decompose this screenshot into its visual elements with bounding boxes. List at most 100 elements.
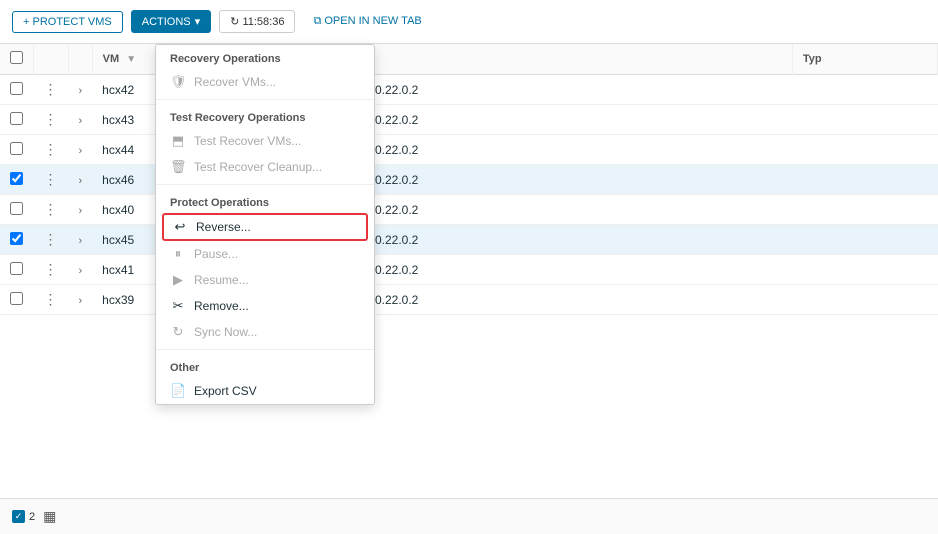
main-container: + PROTECT VMS ACTIONS ▾ ↻ 11:58:36 ⧉ OPE…: [0, 0, 938, 534]
sync-now-menu-item[interactable]: ↻ Sync Now...: [156, 319, 374, 345]
table-row: ⋮ › hcx46 VC: 10.22.0.2: [0, 165, 938, 195]
row-actions-cell: ⋮: [34, 195, 69, 225]
row-actions-dots[interactable]: ⋮: [44, 261, 59, 277]
row-checkbox[interactable]: [10, 82, 23, 95]
vm-table: VM ▼ Local Site ▼ Typ ⋮: [0, 44, 938, 315]
row-expand-chevron[interactable]: ›: [79, 145, 83, 157]
resume-icon: ▶: [170, 272, 186, 288]
row-checkbox-cell: [0, 75, 34, 105]
row-checkbox-cell: [0, 195, 34, 225]
table-container: VM ▼ Local Site ▼ Typ ⋮: [0, 44, 938, 498]
row-checkbox-cell: [0, 225, 34, 255]
table-row: ⋮ › hcx42 VC: 10.22.0.2: [0, 75, 938, 105]
row-type: [792, 105, 937, 135]
table-row: ⋮ › hcx39 VC: 10.22.0.2: [0, 285, 938, 315]
actions-arrow-icon: ▾: [195, 15, 201, 28]
row-expand-cell: ›: [69, 165, 93, 195]
toolbar: + PROTECT VMS ACTIONS ▾ ↻ 11:58:36 ⧉ OPE…: [0, 0, 938, 44]
test-recovery-ops-section-label: Test Recovery Operations: [156, 104, 374, 128]
export-csv-icon: 📄: [170, 383, 186, 399]
row-actions-dots[interactable]: ⋮: [44, 291, 59, 307]
row-actions-dots[interactable]: ⋮: [44, 171, 59, 187]
row-expand-chevron[interactable]: ›: [79, 85, 83, 97]
row-actions-dots[interactable]: ⋮: [44, 141, 59, 157]
test-recover-cleanup-menu-item[interactable]: 🗑 Test Recover Cleanup...: [156, 154, 374, 180]
resume-menu-item[interactable]: ▶ Resume...: [156, 267, 374, 293]
check-blue-icon: ✓: [12, 510, 25, 523]
selected-count-label: 2: [29, 511, 35, 523]
row-expand-cell: ›: [69, 285, 93, 315]
row-type: [792, 75, 937, 105]
row-expand-chevron[interactable]: ›: [79, 265, 83, 277]
actions-button[interactable]: ACTIONS ▾: [131, 10, 211, 33]
row-expand-chevron[interactable]: ›: [79, 115, 83, 127]
row-actions-dots[interactable]: ⋮: [44, 81, 59, 97]
row-type: [792, 195, 937, 225]
test-recover-cleanup-icon: 🗑: [170, 159, 186, 175]
row-expand-cell: ›: [69, 255, 93, 285]
row-checkbox[interactable]: [10, 142, 23, 155]
col-actions: [34, 44, 69, 75]
table-row: ⋮ › hcx44 VC: 10.22.0.2: [0, 135, 938, 165]
open-new-tab-button[interactable]: ⧉ OPEN IN NEW TAB: [303, 11, 431, 32]
pause-menu-item[interactable]: ⏸ Pause...: [156, 241, 374, 267]
test-recover-vms-label: Test Recover VMs...: [194, 134, 301, 148]
vm-sort-icon[interactable]: ▼: [126, 54, 136, 65]
recover-vms-menu-item[interactable]: 🛡 Recover VMs...: [156, 69, 374, 95]
table-row: ⋮ › hcx43 VC: 10.22.0.2: [0, 105, 938, 135]
row-expand-cell: ›: [69, 105, 93, 135]
col-type: Typ: [792, 44, 937, 75]
protect-vms-label: + PROTECT VMS: [23, 16, 112, 28]
reverse-label: Reverse...: [196, 220, 251, 234]
row-checkbox[interactable]: [10, 172, 23, 185]
remove-icon: ✂: [170, 298, 186, 314]
table-row: ⋮ › hcx41 VC: 10.22.0.2: [0, 255, 938, 285]
row-checkbox[interactable]: [10, 262, 23, 275]
actions-label: ACTIONS: [142, 16, 191, 28]
row-actions-dots[interactable]: ⋮: [44, 231, 59, 247]
row-actions-cell: ⋮: [34, 135, 69, 165]
table-row: ⋮ › hcx40 VC: 10.22.0.2: [0, 195, 938, 225]
remove-menu-item[interactable]: ✂ Remove...: [156, 293, 374, 319]
row-checkbox-cell: [0, 285, 34, 315]
row-checkbox-cell: [0, 105, 34, 135]
export-csv-menu-item[interactable]: 📄 Export CSV: [156, 378, 374, 404]
menu-divider-2: [156, 184, 374, 185]
row-actions-dots[interactable]: ⋮: [44, 201, 59, 217]
protect-vms-button[interactable]: + PROTECT VMS: [12, 11, 123, 33]
test-recover-vms-menu-item[interactable]: ⬒ Test Recover VMs...: [156, 128, 374, 154]
reverse-icon: ↩: [172, 219, 188, 235]
recovery-ops-section-label: Recovery Operations: [156, 45, 374, 69]
table-row: ⋮ › hcx45 VC: 10.22.0.2: [0, 225, 938, 255]
actions-dropdown-menu: Recovery Operations 🛡 Recover VMs... Tes…: [155, 44, 375, 405]
row-checkbox[interactable]: [10, 292, 23, 305]
row-type: [792, 225, 937, 255]
row-expand-chevron[interactable]: ›: [79, 175, 83, 187]
remove-label: Remove...: [194, 299, 249, 313]
time-label: ↻ 11:58:36: [230, 15, 284, 28]
reverse-menu-item[interactable]: ↩ Reverse...: [162, 213, 368, 241]
row-actions-cell: ⋮: [34, 75, 69, 105]
row-actions-cell: ⋮: [34, 225, 69, 255]
row-expand-chevron[interactable]: ›: [79, 205, 83, 217]
table-header-row: VM ▼ Local Site ▼ Typ: [0, 44, 938, 75]
protect-ops-section-label: Protect Operations: [156, 189, 374, 213]
recover-vms-label: Recover VMs...: [194, 75, 276, 89]
row-expand-cell: ›: [69, 75, 93, 105]
row-type: [792, 285, 937, 315]
footer-bar: ✓ 2 ▦: [0, 498, 938, 534]
row-checkbox[interactable]: [10, 202, 23, 215]
row-checkbox[interactable]: [10, 232, 23, 245]
row-checkbox[interactable]: [10, 112, 23, 125]
row-actions-dots[interactable]: ⋮: [44, 111, 59, 127]
select-all-checkbox[interactable]: [10, 51, 23, 64]
row-type: [792, 165, 937, 195]
row-expand-chevron[interactable]: ›: [79, 295, 83, 307]
sync-now-label: Sync Now...: [194, 325, 257, 339]
selected-count: ✓ 2: [12, 510, 35, 523]
export-csv-label: Export CSV: [194, 384, 257, 398]
time-refresh-button[interactable]: ↻ 11:58:36: [219, 10, 295, 33]
row-actions-cell: ⋮: [34, 255, 69, 285]
row-checkbox-cell: [0, 165, 34, 195]
row-expand-chevron[interactable]: ›: [79, 235, 83, 247]
